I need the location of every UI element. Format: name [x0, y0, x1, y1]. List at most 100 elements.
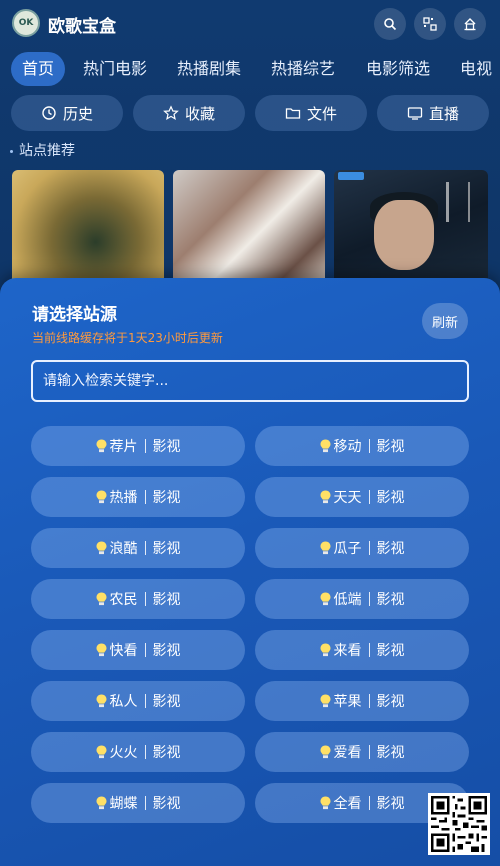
bulb-icon: [96, 541, 106, 555]
site-option[interactable]: 农民 影视: [31, 579, 245, 619]
site-option[interactable]: 火火 影视: [31, 732, 245, 772]
poster-art: [446, 182, 470, 222]
site-type: 影视: [376, 796, 405, 812]
site-type: 影视: [376, 541, 405, 557]
site-separator: [368, 592, 370, 606]
recommend-poster[interactable]: [334, 170, 488, 290]
history-button[interactable]: 历史: [11, 95, 123, 131]
search-button[interactable]: [374, 8, 406, 40]
site-separator: [144, 592, 146, 606]
site-type: 影视: [376, 490, 405, 506]
tab-movie-filter[interactable]: 电影筛选: [355, 52, 441, 86]
live-button[interactable]: 直播: [377, 95, 489, 131]
site-name: 火火: [109, 745, 138, 761]
site-name: 来看: [333, 643, 362, 659]
bulb-icon: [96, 796, 106, 810]
qr-scan-button[interactable]: [414, 8, 446, 40]
site-option[interactable]: 浪酷 影视: [31, 528, 245, 568]
bulb-icon: [96, 490, 106, 504]
tab-hot-variety[interactable]: 热播综艺: [260, 52, 346, 86]
favorites-label: 收藏: [184, 104, 215, 123]
site-type: 影视: [376, 592, 405, 608]
bulb-icon: [320, 694, 330, 708]
poster-art: [374, 200, 434, 270]
files-button[interactable]: 文件: [255, 95, 367, 131]
poster-tag: [338, 172, 364, 180]
site-type: 影视: [152, 592, 181, 608]
site-separator: [368, 796, 370, 810]
site-separator: [144, 643, 146, 657]
site-name: 苹果: [333, 694, 362, 710]
tab-home[interactable]: 首页: [11, 52, 66, 86]
star-icon: [163, 105, 179, 121]
folder-icon: [285, 108, 301, 119]
recommend-poster[interactable]: [12, 170, 164, 290]
site-name: 私人: [109, 694, 138, 710]
site-separator: [144, 745, 146, 759]
history-icon: [42, 106, 56, 120]
site-option[interactable]: 荐片 影视: [31, 426, 245, 466]
site-name: 蝴蝶: [109, 796, 138, 812]
home-icon: [464, 18, 476, 31]
site-option[interactable]: 天天 影视: [255, 477, 469, 517]
site-name: 浪酷: [109, 541, 138, 557]
bulb-icon: [320, 490, 330, 504]
site-name: 全看: [333, 796, 362, 812]
site-name: 天天: [333, 490, 362, 506]
site-type: 影视: [152, 796, 181, 812]
app-title: 欧歌宝盒: [48, 17, 116, 37]
bulb-icon: [320, 439, 330, 453]
top-bar: OK 欧歌宝盒: [0, 0, 500, 46]
site-option[interactable]: 低端 影视: [255, 579, 469, 619]
site-name: 移动: [333, 439, 362, 455]
bulb-icon: [96, 439, 106, 453]
site-separator: [368, 490, 370, 504]
site-option[interactable]: 来看 影视: [255, 630, 469, 670]
qr-code-icon: [431, 796, 487, 852]
bulb-icon: [320, 643, 330, 657]
site-option[interactable]: 蝴蝶 影视: [31, 783, 245, 823]
home-button[interactable]: [454, 8, 486, 40]
site-type: 影视: [152, 694, 181, 710]
search-icon: [384, 18, 397, 31]
site-separator: [144, 490, 146, 504]
site-option[interactable]: 瓜子 影视: [255, 528, 469, 568]
site-option[interactable]: 移动 影视: [255, 426, 469, 466]
site-option[interactable]: 苹果 影视: [255, 681, 469, 721]
site-option[interactable]: 热播 影视: [31, 477, 245, 517]
site-option[interactable]: 快看 影视: [31, 630, 245, 670]
bulb-icon: [320, 796, 330, 810]
site-option[interactable]: 爱看 影视: [255, 732, 469, 772]
site-type: 影视: [152, 541, 181, 557]
site-type: 影视: [376, 439, 405, 455]
bulb-icon: [320, 745, 330, 759]
bulb-icon: [320, 541, 330, 555]
site-separator: [368, 643, 370, 657]
category-tabs: 首页 热门电影 热播剧集 热播综艺 电影筛选 电视: [0, 52, 500, 88]
site-name: 热播: [109, 490, 138, 506]
search-input[interactable]: [31, 360, 469, 402]
history-label: 历史: [62, 104, 93, 123]
bulb-icon: [320, 592, 330, 606]
section-label: 站点推荐: [10, 140, 75, 160]
favorites-button[interactable]: 收藏: [133, 95, 245, 131]
source-picker-sheet: 请选择站源 当前线路缓存将于1天23小时后更新 刷新 荐片影视移动影视热播影视天…: [0, 278, 500, 866]
tab-tv[interactable]: 电视: [449, 52, 500, 86]
site-option[interactable]: 私人 影视: [31, 681, 245, 721]
tab-hot-series[interactable]: 热播剧集: [166, 52, 252, 86]
site-separator: [144, 796, 146, 810]
tab-hot-movies[interactable]: 热门电影: [72, 52, 158, 86]
site-separator: [144, 439, 146, 453]
site-separator: [368, 745, 370, 759]
recommend-poster[interactable]: [173, 170, 325, 290]
bulb-icon: [96, 643, 106, 657]
site-type: 影视: [152, 643, 181, 659]
site-name: 快看: [109, 643, 138, 659]
site-type: 影视: [152, 439, 181, 455]
site-name: 荐片: [109, 439, 138, 455]
qr-scan-icon: [423, 17, 437, 31]
refresh-button[interactable]: 刷新: [422, 303, 468, 339]
site-separator: [144, 694, 146, 708]
site-separator: [368, 439, 370, 453]
cache-notice: 当前线路缓存将于1天23小时后更新: [32, 331, 223, 345]
